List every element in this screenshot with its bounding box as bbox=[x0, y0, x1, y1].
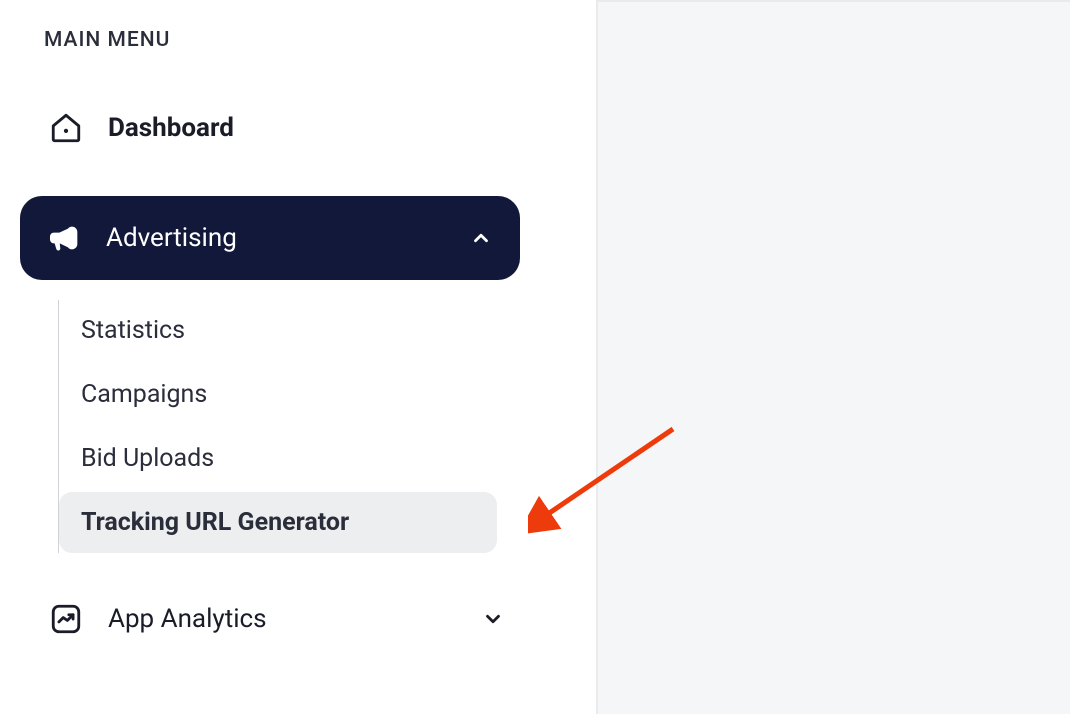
submenu-item-label: Tracking URL Generator bbox=[81, 508, 349, 537]
sidebar: MAIN MENU Dashboard Advertising Statisti… bbox=[0, 0, 595, 714]
submenu-item-label: Statistics bbox=[81, 316, 185, 345]
sidebar-item-label: Dashboard bbox=[108, 113, 234, 143]
submenu-item-bid-uploads[interactable]: Bid Uploads bbox=[59, 428, 595, 489]
submenu-item-campaigns[interactable]: Campaigns bbox=[59, 364, 595, 425]
main-menu-label: MAIN MENU bbox=[44, 28, 595, 52]
megaphone-icon bbox=[44, 220, 80, 256]
sidebar-item-label: Advertising bbox=[106, 223, 470, 253]
content-panel bbox=[596, 0, 1070, 714]
submenu-item-label: Campaigns bbox=[81, 380, 207, 409]
submenu-item-statistics[interactable]: Statistics bbox=[59, 300, 595, 361]
submenu-item-tracking-url-generator[interactable]: Tracking URL Generator bbox=[59, 492, 497, 553]
chevron-up-icon bbox=[470, 227, 492, 249]
submenu-item-label: Bid Uploads bbox=[81, 444, 214, 473]
chevron-down-icon bbox=[482, 608, 504, 630]
home-icon bbox=[48, 110, 84, 146]
sidebar-item-app-analytics[interactable]: App Analytics bbox=[44, 601, 504, 637]
sidebar-item-label: App Analytics bbox=[108, 604, 482, 634]
chart-icon bbox=[48, 601, 84, 637]
sidebar-item-dashboard[interactable]: Dashboard bbox=[44, 110, 595, 146]
sidebar-item-advertising[interactable]: Advertising bbox=[20, 196, 520, 280]
advertising-submenu: Statistics Campaigns Bid Uploads Trackin… bbox=[58, 300, 595, 553]
